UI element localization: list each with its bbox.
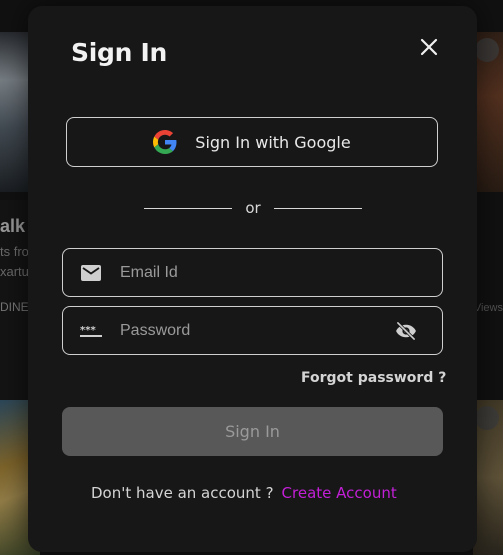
svg-text:***: *** (80, 325, 96, 336)
close-icon (420, 38, 438, 56)
no-account-prompt: Don't have an account ? (91, 484, 274, 502)
password-input[interactable] (118, 320, 394, 341)
create-account-link[interactable]: Create Account (282, 484, 397, 502)
background-card-text: ts fro (0, 244, 29, 259)
sign-in-dialog: Sign In Sign In with Google or Email Id … (28, 6, 477, 552)
heart-icon (475, 406, 499, 430)
dialog-title: Sign In (71, 38, 167, 67)
heart-icon (475, 38, 499, 62)
password-field-container: *** (62, 306, 443, 355)
divider-text: or (245, 199, 261, 217)
sign-in-submit-button[interactable]: Sign In (62, 407, 443, 456)
create-account-row: Don't have an account ? Create Account (91, 484, 397, 502)
background-card-views: Views (473, 302, 503, 314)
or-divider: or (144, 198, 362, 218)
google-sign-in-label: Sign In with Google (195, 132, 351, 152)
background-card-text: DINE (0, 300, 29, 314)
divider-line (273, 207, 362, 209)
email-field-container (62, 248, 443, 297)
google-sign-in-button[interactable]: Sign In with Google (66, 117, 438, 167)
background-card-text: xartu (0, 264, 29, 279)
password-icon: *** (80, 320, 102, 342)
eye-off-icon (396, 321, 416, 340)
forgot-password-link[interactable]: Forgot password ? (301, 370, 446, 386)
toggle-password-visibility-button[interactable] (394, 319, 418, 343)
mail-icon (80, 262, 102, 284)
google-icon (153, 130, 177, 154)
divider-line (144, 207, 232, 209)
close-button[interactable] (419, 37, 439, 57)
email-input[interactable] (118, 262, 442, 283)
